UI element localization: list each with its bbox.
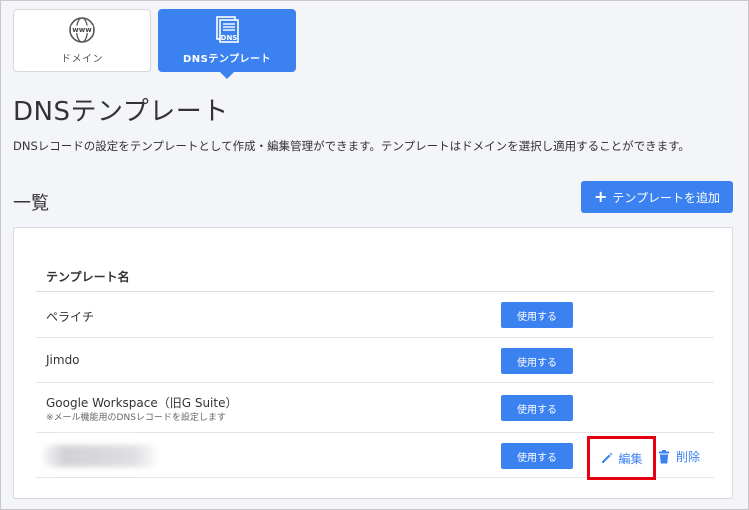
template-note: ※メール機能用のDNSレコードを設定します <box>46 413 226 423</box>
section-title: 一覧 <box>13 193 49 214</box>
template-name: Jimdo <box>46 353 80 367</box>
edit-label: 編集 <box>618 451 643 466</box>
template-list-card: テンプレート名 ペライチ 使用する Jimdo 使用する Google Work… <box>13 227 733 499</box>
use-template-button[interactable]: 使用する <box>501 443 573 469</box>
trash-icon <box>659 449 669 463</box>
table-row: 使用する 編集 削除 <box>36 433 714 480</box>
www-globe-icon: www <box>69 17 95 43</box>
column-header-template-name: テンプレート名 <box>36 258 714 292</box>
use-template-button[interactable]: 使用する <box>501 348 573 374</box>
dns-document-icon: DNS <box>216 16 239 43</box>
edit-template-link[interactable]: 編集 <box>587 436 656 480</box>
page-description: DNSレコードの設定をテンプレートとして作成・編集管理ができます。テンプレートは… <box>13 139 690 153</box>
svg-text:www: www <box>72 26 92 34</box>
add-template-button[interactable]: + テンプレートを追加 <box>581 181 733 213</box>
use-template-button[interactable]: 使用する <box>501 395 573 421</box>
delete-label: 削除 <box>676 450 701 464</box>
table-row: ペライチ 使用する <box>36 292 714 338</box>
page-title: DNSテンプレート <box>13 97 229 127</box>
template-name: Google Workspace（旧G Suite） <box>46 396 238 410</box>
add-template-label: テンプレートを追加 <box>612 190 721 205</box>
tab-dns-template-label: DNSテンプレート <box>182 54 272 65</box>
delete-template-link[interactable]: 削除 <box>658 448 700 465</box>
pencil-icon <box>602 452 613 463</box>
svg-text:DNS: DNS <box>221 34 238 42</box>
tab-dns-template[interactable]: DNS DNSテンプレート <box>158 9 296 79</box>
plus-icon: + <box>593 187 608 206</box>
tab-domain[interactable]: www ドメイン <box>13 9 151 72</box>
use-template-button[interactable]: 使用する <box>501 302 573 328</box>
blurred-template-name <box>42 445 158 467</box>
table-row: Jimdo 使用する <box>36 338 714 383</box>
table-row: Google Workspace（旧G Suite） ※メール機能用のDNSレコ… <box>36 383 714 433</box>
template-name: ペライチ <box>46 310 95 324</box>
tab-domain-label: ドメイン <box>61 54 103 65</box>
